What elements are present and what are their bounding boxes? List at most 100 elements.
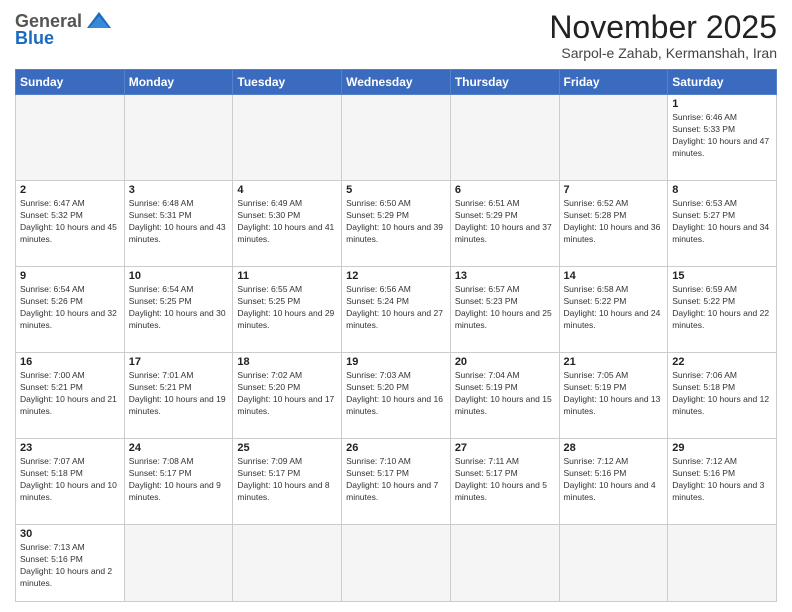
day-number: 19 [346, 356, 446, 368]
day-info: Sunrise: 6:59 AMSunset: 5:22 PMDaylight:… [672, 284, 772, 332]
calendar-cell [233, 524, 342, 601]
calendar-cell: 23 Sunrise: 7:07 AMSunset: 5:18 PMDayligh… [16, 438, 125, 524]
day-number: 16 [20, 356, 120, 368]
calendar-cell: 27 Sunrise: 7:11 AMSunset: 5:17 PMDayligh… [450, 438, 559, 524]
day-number: 6 [455, 184, 555, 196]
logo: General Blue [15, 10, 113, 49]
weekday-tuesday: Tuesday [233, 70, 342, 95]
header: General Blue November 2025 Sarpol-e Zaha… [15, 10, 777, 61]
day-info: Sunrise: 6:56 AMSunset: 5:24 PMDaylight:… [346, 284, 446, 332]
day-info: Sunrise: 7:10 AMSunset: 5:17 PMDaylight:… [346, 456, 446, 504]
calendar-cell [16, 95, 125, 181]
day-number: 21 [564, 356, 664, 368]
calendar-cell [233, 95, 342, 181]
day-number: 17 [129, 356, 229, 368]
day-number: 8 [672, 184, 772, 196]
day-info: Sunrise: 6:55 AMSunset: 5:25 PMDaylight:… [237, 284, 337, 332]
calendar-cell: 18Sunrise: 7:02 AMSunset: 5:20 PMDayligh… [233, 353, 342, 439]
calendar-table: SundayMondayTuesdayWednesdayThursdayFrid… [15, 69, 777, 602]
calendar-cell: 22Sunrise: 7:06 AMSunset: 5:18 PMDayligh… [668, 353, 777, 439]
calendar-cell: 12 Sunrise: 6:56 AMSunset: 5:24 PMDayligh… [342, 267, 451, 353]
day-number: 26 [346, 442, 446, 454]
day-number: 13 [455, 270, 555, 282]
calendar-cell: 19Sunrise: 7:03 AMSunset: 5:20 PMDayligh… [342, 353, 451, 439]
day-number: 23 [20, 442, 120, 454]
day-number: 4 [237, 184, 337, 196]
day-info: Sunrise: 6:49 AMSunset: 5:30 PMDaylight:… [237, 198, 337, 246]
calendar-cell: 25Sunrise: 7:09 AMSunset: 5:17 PMDayligh… [233, 438, 342, 524]
day-number: 27 [455, 442, 555, 454]
calendar-cell: 9Sunrise: 6:54 AMSunset: 5:26 PMDaylight… [16, 267, 125, 353]
weekday-monday: Monday [124, 70, 233, 95]
day-info: Sunrise: 7:01 AMSunset: 5:21 PMDaylight:… [129, 370, 229, 418]
day-number: 24 [129, 442, 229, 454]
day-number: 2 [20, 184, 120, 196]
week-row-0: 1 Sunrise: 6:46 AMSunset: 5:33 PMDaylight… [16, 95, 777, 181]
logo-icon [85, 10, 113, 32]
calendar-cell [342, 524, 451, 601]
calendar-cell: 30Sunrise: 7:13 AMSunset: 5:16 PMDayligh… [16, 524, 125, 601]
calendar-cell: 13 Sunrise: 6:57 AMSunset: 5:23 PMDayligh… [450, 267, 559, 353]
weekday-sunday: Sunday [16, 70, 125, 95]
week-row-3: 16 Sunrise: 7:00 AMSunset: 5:21 PMDayligh… [16, 353, 777, 439]
calendar-cell: 24 Sunrise: 7:08 AMSunset: 5:17 PMDayligh… [124, 438, 233, 524]
day-number: 1 [672, 98, 772, 110]
day-info: Sunrise: 7:05 AMSunset: 5:19 PMDaylight:… [564, 370, 664, 418]
calendar-cell [124, 95, 233, 181]
day-info: Sunrise: 6:57 AMSunset: 5:23 PMDaylight:… [455, 284, 555, 332]
calendar-cell [450, 95, 559, 181]
day-info: Sunrise: 7:07 AMSunset: 5:18 PMDaylight:… [20, 456, 120, 504]
weekday-saturday: Saturday [668, 70, 777, 95]
calendar-cell: 3 Sunrise: 6:48 AMSunset: 5:31 PMDaylight… [124, 181, 233, 267]
day-info: Sunrise: 7:09 AMSunset: 5:17 PMDaylight:… [237, 456, 337, 504]
weekday-thursday: Thursday [450, 70, 559, 95]
day-number: 7 [564, 184, 664, 196]
day-info: Sunrise: 6:48 AMSunset: 5:31 PMDaylight:… [129, 198, 229, 246]
week-row-1: 2 Sunrise: 6:47 AMSunset: 5:32 PMDaylight… [16, 181, 777, 267]
calendar-cell: 6Sunrise: 6:51 AMSunset: 5:29 PMDaylight… [450, 181, 559, 267]
day-info: Sunrise: 6:46 AMSunset: 5:33 PMDaylight:… [672, 112, 772, 160]
day-number: 14 [564, 270, 664, 282]
day-info: Sunrise: 6:54 AMSunset: 5:26 PMDaylight:… [20, 284, 120, 332]
day-info: Sunrise: 7:00 AMSunset: 5:21 PMDaylight:… [20, 370, 120, 418]
day-number: 3 [129, 184, 229, 196]
calendar-cell: 26 Sunrise: 7:10 AMSunset: 5:17 PMDayligh… [342, 438, 451, 524]
calendar-cell: 2 Sunrise: 6:47 AMSunset: 5:32 PMDaylight… [16, 181, 125, 267]
day-info: Sunrise: 7:12 AMSunset: 5:16 PMDaylight:… [672, 456, 772, 504]
week-row-2: 9Sunrise: 6:54 AMSunset: 5:26 PMDaylight… [16, 267, 777, 353]
location: Sarpol-e Zahab, Kermanshah, Iran [549, 45, 777, 61]
calendar-cell: 21 Sunrise: 7:05 AMSunset: 5:19 PMDayligh… [559, 353, 668, 439]
calendar-cell: 7Sunrise: 6:52 AMSunset: 5:28 PMDaylight… [559, 181, 668, 267]
calendar-cell: 29 Sunrise: 7:12 AMSunset: 5:16 PMDayligh… [668, 438, 777, 524]
day-number: 28 [564, 442, 664, 454]
day-info: Sunrise: 7:11 AMSunset: 5:17 PMDaylight:… [455, 456, 555, 504]
calendar-cell [668, 524, 777, 601]
calendar-cell: 10Sunrise: 6:54 AMSunset: 5:25 PMDayligh… [124, 267, 233, 353]
week-row-5: 30Sunrise: 7:13 AMSunset: 5:16 PMDayligh… [16, 524, 777, 601]
day-number: 20 [455, 356, 555, 368]
day-number: 12 [346, 270, 446, 282]
logo-blue-text: Blue [15, 28, 54, 49]
calendar-cell: 28 Sunrise: 7:12 AMSunset: 5:16 PMDayligh… [559, 438, 668, 524]
weekday-header-row: SundayMondayTuesdayWednesdayThursdayFrid… [16, 70, 777, 95]
page: General Blue November 2025 Sarpol-e Zaha… [0, 0, 792, 612]
calendar-cell [450, 524, 559, 601]
weekday-friday: Friday [559, 70, 668, 95]
day-info: Sunrise: 7:08 AMSunset: 5:17 PMDaylight:… [129, 456, 229, 504]
calendar-cell: 15 Sunrise: 6:59 AMSunset: 5:22 PMDayligh… [668, 267, 777, 353]
day-number: 11 [237, 270, 337, 282]
day-info: Sunrise: 6:47 AMSunset: 5:32 PMDaylight:… [20, 198, 120, 246]
calendar-cell: 20Sunrise: 7:04 AMSunset: 5:19 PMDayligh… [450, 353, 559, 439]
calendar-cell: 17 Sunrise: 7:01 AMSunset: 5:21 PMDayligh… [124, 353, 233, 439]
calendar-cell: 11 Sunrise: 6:55 AMSunset: 5:25 PMDayligh… [233, 267, 342, 353]
calendar-cell [559, 524, 668, 601]
day-info: Sunrise: 7:12 AMSunset: 5:16 PMDaylight:… [564, 456, 664, 504]
calendar-cell: 4 Sunrise: 6:49 AMSunset: 5:30 PMDaylight… [233, 181, 342, 267]
day-number: 15 [672, 270, 772, 282]
day-info: Sunrise: 6:50 AMSunset: 5:29 PMDaylight:… [346, 198, 446, 246]
day-info: Sunrise: 6:53 AMSunset: 5:27 PMDaylight:… [672, 198, 772, 246]
day-number: 29 [672, 442, 772, 454]
weekday-wednesday: Wednesday [342, 70, 451, 95]
month-title: November 2025 [549, 10, 777, 45]
calendar-cell [124, 524, 233, 601]
